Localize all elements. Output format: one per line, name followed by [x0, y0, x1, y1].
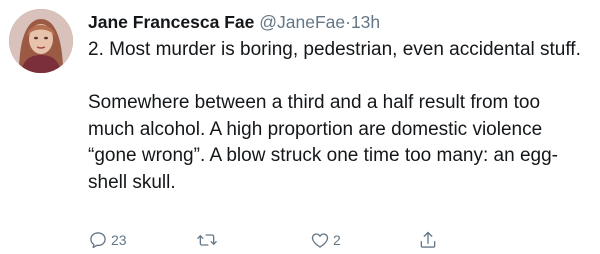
like-button[interactable]: 2	[310, 230, 341, 250]
reply-count: 23	[111, 232, 127, 248]
avatar[interactable]	[9, 9, 73, 73]
tweet[interactable]: Jane Francesca Fae @JaneFae·13h 2. Most …	[0, 0, 600, 254]
like-count: 2	[333, 232, 341, 248]
reply-icon	[90, 232, 106, 249]
author-handle[interactable]: @JaneFae	[259, 12, 345, 32]
share-button[interactable]	[418, 230, 438, 250]
share-icon	[420, 231, 436, 248]
tweet-text: 2. Most murder is boring, pedestrian, ev…	[88, 37, 588, 196]
tweet-timestamp[interactable]: 13h	[351, 12, 380, 32]
retweet-button[interactable]	[196, 230, 218, 250]
heart-icon	[311, 233, 329, 248]
avatar-image	[9, 9, 73, 73]
tweet-actions: 23 2	[88, 230, 448, 250]
tweet-paragraph-2: Somewhere between a third and a half res…	[88, 92, 558, 193]
reply-button[interactable]: 23	[88, 230, 127, 250]
tweet-paragraph-1: 2. Most murder is boring, pedestrian, ev…	[88, 39, 581, 60]
tweet-header: Jane Francesca Fae @JaneFae·13h	[88, 10, 588, 34]
author-name[interactable]: Jane Francesca Fae	[88, 12, 254, 32]
tweet-content: Jane Francesca Fae @JaneFae·13h 2. Most …	[88, 10, 588, 196]
retweet-icon	[197, 234, 217, 246]
